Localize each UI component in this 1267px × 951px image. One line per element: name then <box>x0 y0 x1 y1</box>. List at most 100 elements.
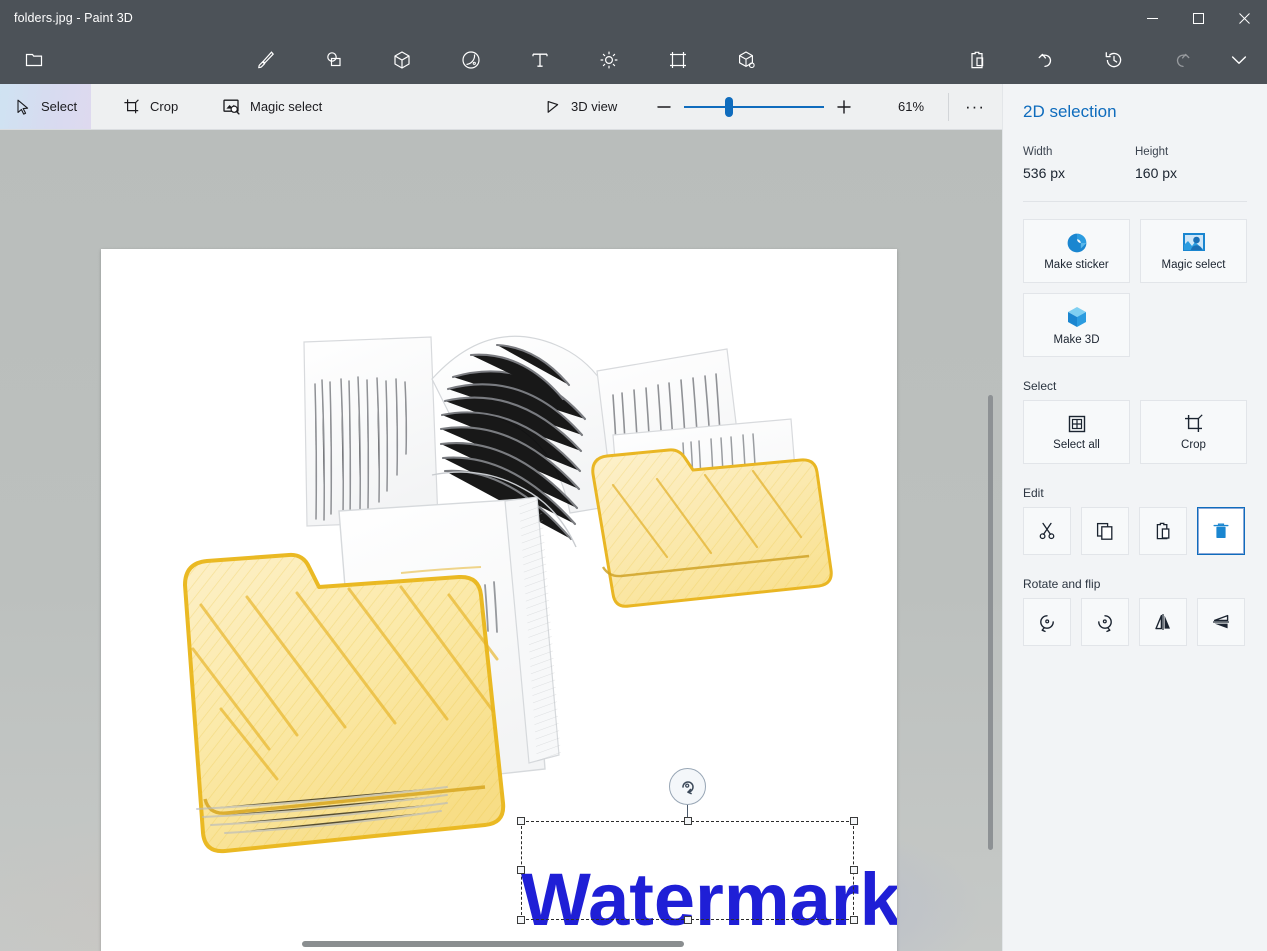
zoom-out-button[interactable] <box>644 84 684 129</box>
crop-panel-button[interactable]: Crop <box>1140 400 1247 464</box>
crop-icon <box>1184 414 1203 432</box>
rotate-handle[interactable] <box>669 768 706 805</box>
minimize-button[interactable] <box>1129 0 1175 36</box>
canvas-icon <box>670 52 686 68</box>
history-button[interactable] <box>1088 36 1140 84</box>
3d-library-button[interactable] <box>721 36 773 84</box>
3d-view-icon <box>547 100 559 113</box>
selection-toolbar: Select Crop Magic select 3D view 61% ··· <box>0 84 1002 130</box>
make-3d-button[interactable]: Make 3D <box>1023 293 1130 357</box>
handle-bottom-right[interactable] <box>850 916 858 924</box>
canvas-vertical-scrollbar[interactable] <box>985 262 996 862</box>
height-group: Height 160 px <box>1135 146 1247 181</box>
cut-button[interactable] <box>1023 507 1071 555</box>
primary-actions-row-1: Make sticker Magic select <box>1003 219 1267 283</box>
zoom-slider-track <box>684 106 824 108</box>
tool-magic-select-label: Magic select <box>250 99 323 114</box>
zoom-controls <box>644 84 864 129</box>
handle-middle-right[interactable] <box>850 866 858 874</box>
panel-divider-1 <box>1023 201 1247 202</box>
flip-vertical-icon <box>1213 614 1229 629</box>
maximize-button[interactable] <box>1175 0 1221 36</box>
text-button[interactable] <box>514 36 566 84</box>
handle-bottom-center[interactable] <box>684 916 692 924</box>
canvas-button[interactable] <box>652 36 704 84</box>
cube-3d-icon <box>1067 307 1086 327</box>
redo-icon <box>1176 53 1190 68</box>
height-value: 160 px <box>1135 165 1178 181</box>
zoom-in-button[interactable] <box>824 84 864 129</box>
make-sticker-button[interactable]: Make sticker <box>1023 219 1130 283</box>
crop-icon <box>124 98 139 113</box>
flip-vertical-button[interactable] <box>1197 598 1245 646</box>
handle-middle-left[interactable] <box>517 866 525 874</box>
stickers-button[interactable] <box>445 36 497 84</box>
toolbar-more-button[interactable]: ··· <box>955 84 995 129</box>
effects-button[interactable] <box>583 36 635 84</box>
copy-button[interactable] <box>1081 507 1129 555</box>
rotate-right-button[interactable] <box>1081 598 1129 646</box>
select-all-button[interactable]: Select all <box>1023 400 1130 464</box>
toolbar-separator <box>948 93 949 121</box>
sticker-icon <box>1067 233 1086 253</box>
paint3d-window: folders.jpg - Paint 3D Select Crop Magic… <box>0 0 1267 951</box>
chevron-down-icon <box>1231 56 1247 64</box>
select-all-label: Select all <box>1053 439 1100 451</box>
selection-bounding-box[interactable] <box>521 821 854 920</box>
rotate-section-label: Rotate and flip <box>1023 577 1101 591</box>
tool-select[interactable]: Select <box>0 84 92 129</box>
undo-button[interactable] <box>1019 36 1071 84</box>
tool-magic-select[interactable]: Magic select <box>208 84 336 129</box>
zoom-slider[interactable] <box>684 84 824 129</box>
paste-ribbon-button[interactable] <box>951 36 1003 84</box>
crop-panel-label: Crop <box>1181 439 1206 451</box>
window-title: folders.jpg - Paint 3D <box>14 11 133 25</box>
paste-icon <box>1156 522 1170 540</box>
3d-library-icon <box>739 51 755 69</box>
magic-select-panel-label: Magic select <box>1161 259 1226 271</box>
shapes-3d-button[interactable] <box>376 36 428 84</box>
brushes-button[interactable] <box>239 36 291 84</box>
handle-top-left[interactable] <box>517 817 525 825</box>
folder-menu-icon <box>25 53 43 67</box>
shapes-2d-icon <box>327 52 341 67</box>
window-controls <box>1129 0 1267 36</box>
canvas-area[interactable]: Watermark <box>0 130 1002 951</box>
zoom-slider-thumb[interactable] <box>725 97 733 117</box>
height-label: Height <box>1135 146 1169 158</box>
handle-top-right[interactable] <box>850 817 858 825</box>
horizontal-scrollbar-thumb[interactable] <box>302 941 684 947</box>
rotate-left-button[interactable] <box>1023 598 1071 646</box>
menu-button[interactable] <box>8 36 60 84</box>
handle-bottom-left[interactable] <box>517 916 525 924</box>
minimize-icon <box>1146 17 1158 19</box>
rotate-right-icon <box>1098 615 1112 633</box>
text-icon <box>532 53 548 67</box>
make-sticker-label: Make sticker <box>1044 259 1109 271</box>
rotate-left-icon <box>1040 615 1054 633</box>
brush-icon <box>258 51 275 69</box>
copy-icon <box>1096 522 1113 540</box>
plus-icon <box>837 99 851 114</box>
flip-horizontal-button[interactable] <box>1139 598 1187 646</box>
tool-3d-view[interactable]: 3D view <box>530 84 631 129</box>
magic-select-panel-button[interactable]: Magic select <box>1140 219 1247 283</box>
title-bar: folders.jpg - Paint 3D <box>0 0 1267 36</box>
edit-actions-row <box>1003 507 1267 555</box>
vertical-scrollbar-thumb[interactable] <box>988 395 993 850</box>
width-group: Width 536 px <box>1023 146 1135 181</box>
edit-section-label: Edit <box>1023 486 1044 500</box>
undo-icon <box>1038 53 1052 68</box>
selection-panel: 2D selection Width 536 px Height 160 px … <box>1002 84 1267 951</box>
scissors-icon <box>1039 522 1055 540</box>
shapes-2d-button[interactable] <box>308 36 360 84</box>
delete-button[interactable] <box>1197 507 1245 555</box>
rotate-actions-row <box>1003 598 1267 646</box>
tool-crop[interactable]: Crop <box>109 84 192 129</box>
expand-ribbon-button[interactable] <box>1217 36 1261 84</box>
close-button[interactable] <box>1221 0 1267 36</box>
handle-top-center[interactable] <box>684 817 692 825</box>
tool-3d-view-label: 3D view <box>571 99 618 114</box>
redo-button[interactable] <box>1157 36 1209 84</box>
paste-panel-button[interactable] <box>1139 507 1187 555</box>
